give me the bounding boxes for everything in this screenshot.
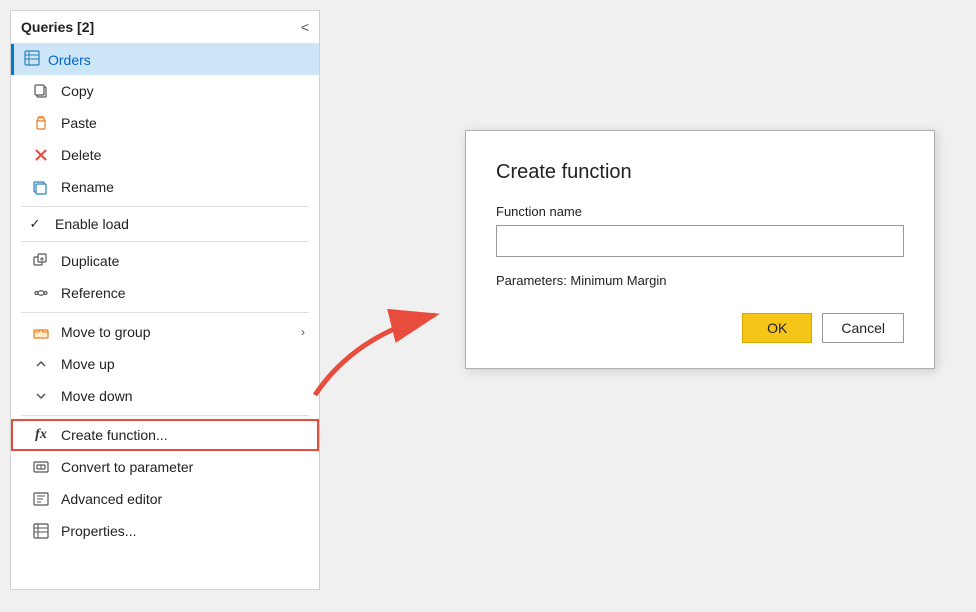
convert-to-param-label: Convert to parameter: [61, 459, 305, 475]
advanced-editor-label: Advanced editor: [61, 491, 305, 507]
move-to-group-label: Move to group: [61, 324, 301, 340]
separator-2: [21, 241, 309, 242]
menu-item-reference[interactable]: Reference: [11, 277, 319, 309]
rename-label: Rename: [61, 179, 305, 195]
move-to-group-icon: [31, 322, 51, 342]
fx-icon: fx: [31, 425, 51, 445]
cancel-button[interactable]: Cancel: [822, 313, 904, 343]
copy-icon: [31, 81, 51, 101]
copy-label: Copy: [61, 83, 305, 99]
query-orders-label: Orders: [48, 52, 91, 68]
duplicate-label: Duplicate: [61, 253, 305, 269]
submenu-chevron: ›: [301, 325, 305, 339]
duplicate-icon: [31, 251, 51, 271]
rename-icon: [31, 177, 51, 197]
separator-1: [21, 206, 309, 207]
dialog-buttons: OK Cancel: [496, 313, 904, 343]
paste-icon: [31, 113, 51, 133]
function-name-input[interactable]: [496, 225, 904, 257]
menu-item-delete[interactable]: Delete: [11, 139, 319, 171]
paste-label: Paste: [61, 115, 305, 131]
queries-panel: Queries [2] < Orders Copy: [10, 10, 320, 590]
parameters-label: Parameters: Minimum Margin: [496, 273, 904, 288]
panel-header: Queries [2] <: [11, 11, 319, 44]
advanced-editor-icon: [31, 489, 51, 509]
menu-item-duplicate[interactable]: Duplicate: [11, 245, 319, 277]
menu-item-properties[interactable]: Properties...: [11, 515, 319, 547]
move-down-label: Move down: [61, 388, 305, 404]
ok-button[interactable]: OK: [742, 313, 812, 343]
delete-label: Delete: [61, 147, 305, 163]
menu-item-advanced-editor[interactable]: Advanced editor: [11, 483, 319, 515]
move-down-icon: [31, 386, 51, 406]
separator-3: [21, 312, 309, 313]
function-name-label: Function name: [496, 204, 904, 219]
move-up-icon: [31, 354, 51, 374]
menu-item-move-down[interactable]: Move down: [11, 380, 319, 412]
menu-item-rename[interactable]: Rename: [11, 171, 319, 203]
collapse-button[interactable]: <: [301, 19, 309, 35]
panel-title: Queries [2]: [21, 19, 94, 35]
query-orders-item[interactable]: Orders: [11, 44, 319, 75]
enable-load-label: Enable load: [55, 216, 305, 232]
menu-item-paste[interactable]: Paste: [11, 107, 319, 139]
reference-icon: [31, 283, 51, 303]
properties-icon: [31, 521, 51, 541]
table-icon: [24, 50, 40, 69]
arrow-indicator: [295, 295, 475, 415]
menu-item-enable-load[interactable]: ✓ Enable load: [11, 210, 319, 238]
create-function-dialog: Create function Function name Parameters…: [465, 130, 935, 369]
menu-item-move-to-group[interactable]: Move to group ›: [11, 316, 319, 348]
menu-item-move-up[interactable]: Move up: [11, 348, 319, 380]
separator-4: [21, 415, 309, 416]
properties-label: Properties...: [61, 523, 305, 539]
reference-label: Reference: [61, 285, 305, 301]
menu-item-create-function[interactable]: fx Create function...: [11, 419, 319, 451]
menu-item-convert-to-param[interactable]: Convert to parameter: [11, 451, 319, 483]
delete-icon: [31, 145, 51, 165]
dialog-title: Create function: [496, 161, 904, 184]
menu-item-copy[interactable]: Copy: [11, 75, 319, 107]
convert-icon: [31, 457, 51, 477]
checkmark-icon: ✓: [25, 216, 45, 232]
context-menu: Copy Paste Delete: [11, 75, 319, 547]
move-up-label: Move up: [61, 356, 305, 372]
create-function-label: Create function...: [61, 427, 305, 443]
